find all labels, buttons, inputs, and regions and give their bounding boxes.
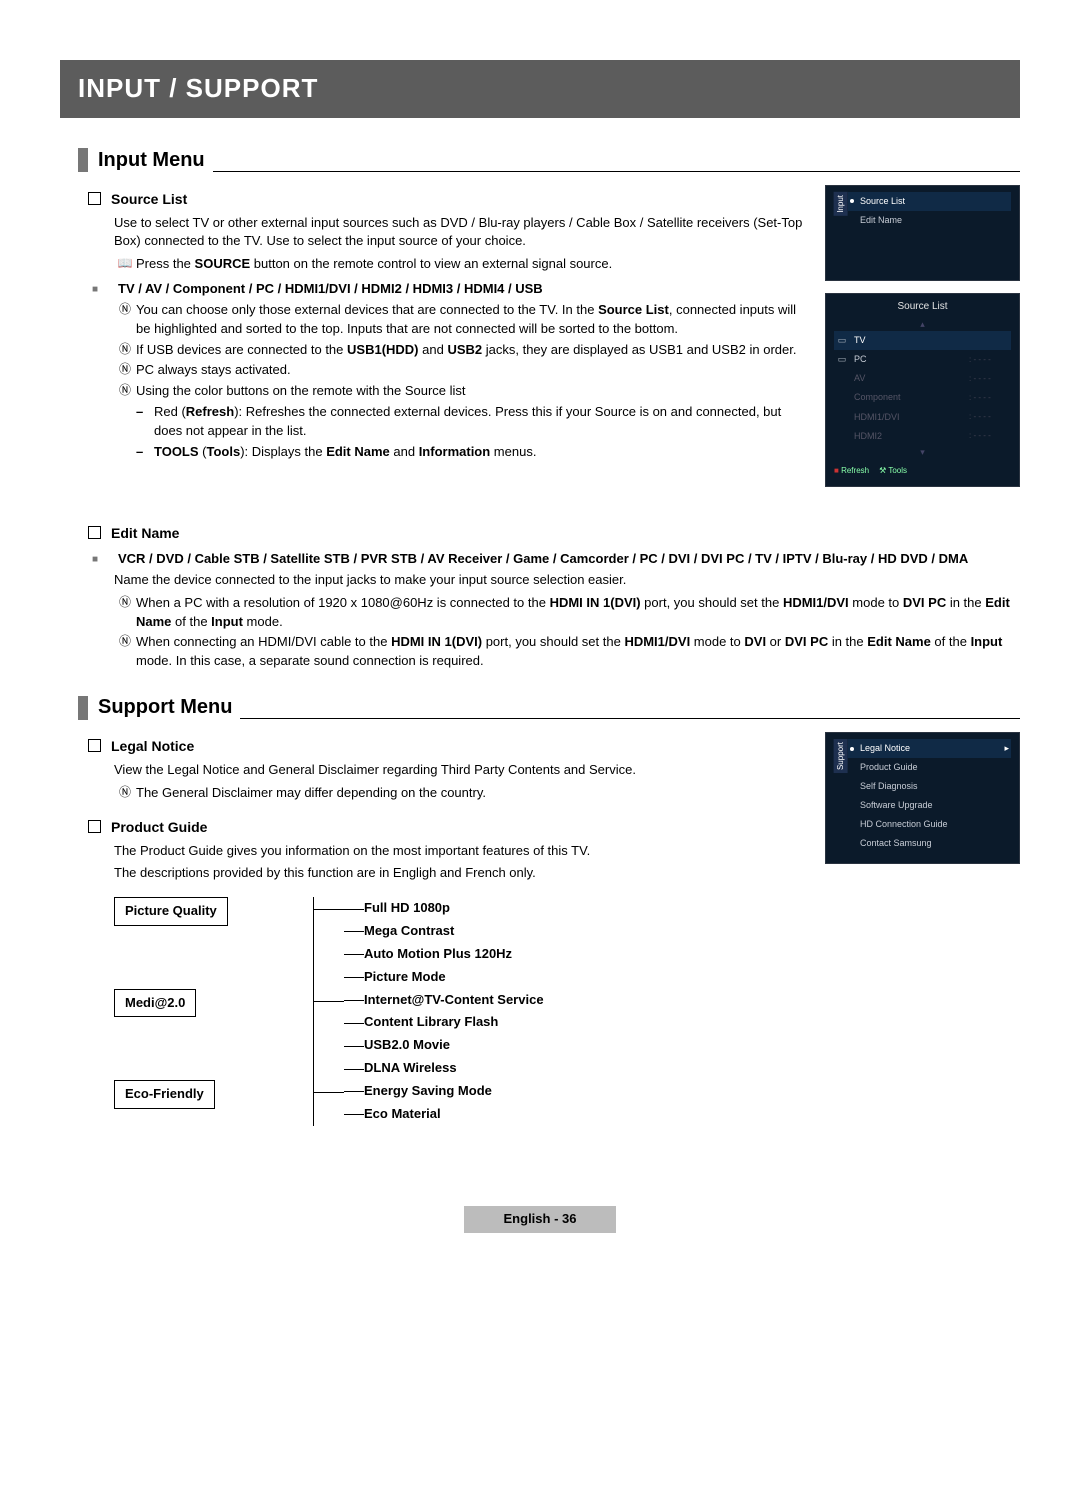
osd-support-item-sw-upgrade: Software Upgrade [860, 799, 933, 812]
note-icon: Ⓝ [114, 361, 136, 380]
edit-name-note-1: When a PC with a resolution of 1920 x 10… [136, 594, 1020, 632]
osd-row-tv: TV [854, 334, 963, 347]
section-heading-input-text: Input Menu [98, 146, 205, 175]
osd-support-item-product-guide: Product Guide [860, 761, 918, 774]
osd-foot-tools: Tools [888, 466, 907, 475]
legal-notice-note: The General Disclaimer may differ depend… [136, 784, 813, 803]
pg-feat-auto-motion: Auto Motion Plus 120Hz [344, 943, 1020, 966]
pg-feat-energy-saving: Energy Saving Mode [344, 1080, 1020, 1103]
input-modes-list: TV / AV / Component / PC / HDMI1/DVI / H… [118, 280, 813, 299]
note-icon: Ⓝ [114, 341, 136, 360]
edit-name-devices: VCR / DVD / Cable STB / Satellite STB / … [118, 550, 1020, 569]
product-guide-tree: Picture Quality Full HD 1080p Mega Contr… [114, 897, 1020, 1125]
pg-cat-picture-quality: Picture Quality [114, 897, 228, 926]
osd-support-item-contact: Contact Samsung [860, 837, 932, 850]
square-bullet-icon: ■ [88, 550, 118, 569]
section-heading-support-text: Support Menu [98, 693, 232, 722]
note-icon: Ⓝ [114, 382, 136, 401]
osd-row-hdmi2: HDMI2 [854, 430, 963, 443]
source-list-dash-red: Red (Refresh): Refreshes the connected e… [154, 403, 813, 441]
osd-row-av: AV [854, 372, 963, 385]
osd-foot-refresh: Refresh [841, 466, 869, 475]
osd-row-pc: PC [854, 353, 963, 366]
source-list-dash-tools: TOOLS (Tools): Displays the Edit Name an… [154, 443, 813, 462]
page-footer: English - 36 [60, 1206, 1020, 1233]
red-dot-icon: ■ [834, 466, 839, 475]
osd-row-hdmi1: HDMI1/DVI [854, 411, 963, 424]
osd-support-item-legal: Legal Notice [860, 742, 910, 755]
pg-feat-content-lib: Content Library Flash [344, 1011, 1020, 1034]
osd-source-list: Source List ▴ ▭TV ▭PC: - - - - AV: - - -… [825, 293, 1020, 487]
subheading-edit-name: Edit Name [88, 523, 1020, 544]
square-bullet-icon: ■ [88, 280, 118, 299]
pg-cat-media2: Medi@2.0 [114, 989, 196, 1018]
remote-icon: 📖 [114, 255, 136, 274]
osd-support-item-self-diag: Self Diagnosis [860, 780, 918, 793]
source-list-note-3: PC always stays activated. [136, 361, 813, 380]
osd-figures-support: Support Legal Notice▸ Product Guide Self… [825, 732, 1020, 876]
page-title-bar: INPUT / SUPPORT [60, 60, 1020, 118]
pg-cat-eco: Eco-Friendly [114, 1080, 215, 1109]
edit-name-description: Name the device connected to the input j… [114, 571, 1020, 590]
source-list-note-2: If USB devices are connected to the USB1… [136, 341, 813, 360]
osd-source-list-title: Source List [834, 300, 1011, 315]
note-icon: Ⓝ [114, 784, 136, 803]
section-heading-support: Support Menu [78, 693, 1020, 722]
pg-feat-eco-material: Eco Material [344, 1103, 1020, 1126]
note-icon: Ⓝ [114, 594, 136, 632]
edit-name-note-2: When connecting an HDMI/DVI cable to the… [136, 633, 1020, 671]
osd-support-menu: Support Legal Notice▸ Product Guide Self… [825, 732, 1020, 864]
osd-input-item-source-list: Source List [860, 195, 905, 208]
pg-feat-internet-tv: Internet@TV-Content Service [344, 989, 1020, 1012]
osd-figures-input: Input Source List Edit Name Source List … [825, 185, 1020, 500]
osd-input-item-edit-name: Edit Name [860, 214, 902, 227]
pg-feat-picture-mode: Picture Mode [344, 966, 1020, 989]
source-list-note-4: Using the color buttons on the remote wi… [136, 382, 813, 401]
osd-support-item-hd-conn: HD Connection Guide [860, 818, 948, 831]
note-icon: Ⓝ [114, 633, 136, 671]
osd-input-tab: Input [834, 192, 848, 216]
note-icon: Ⓝ [114, 301, 136, 339]
pg-feat-full-hd: Full HD 1080p [344, 897, 1020, 920]
pg-feat-usb-movie: USB2.0 Movie [344, 1034, 1020, 1057]
source-list-remote-note: Press the SOURCE button on the remote co… [136, 255, 813, 274]
osd-row-component: Component [854, 391, 963, 404]
osd-support-tab: Support [834, 739, 848, 773]
pg-feat-mega-contrast: Mega Contrast [344, 920, 1020, 943]
source-list-note-1: You can choose only those external devic… [136, 301, 813, 339]
section-heading-input: Input Menu [78, 146, 1020, 175]
osd-input-menu: Input Source List Edit Name [825, 185, 1020, 281]
pg-feat-dlna: DLNA Wireless [344, 1057, 1020, 1080]
